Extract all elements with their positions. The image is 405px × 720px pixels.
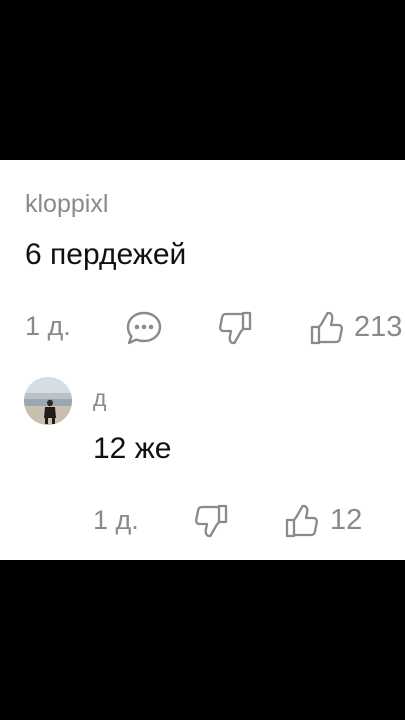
reply-timestamp: 1 д.	[93, 505, 139, 535]
reply-like-button[interactable]	[284, 503, 320, 539]
reply-dislike-button[interactable]	[193, 503, 229, 539]
comment-text: 6 пердежей	[25, 238, 187, 271]
reply-avatar[interactable]	[24, 377, 72, 425]
reply-text: 12 же	[93, 432, 172, 465]
comments-card: kloppixl 6 пердежей 1 д. 213 д 12 же 1 д…	[0, 160, 405, 560]
thumbs-up-icon	[285, 504, 318, 538]
like-button[interactable]	[309, 310, 345, 346]
reply-username[interactable]: д	[93, 385, 106, 412]
comment-timestamp: 1 д.	[25, 311, 71, 341]
thumbs-down-icon	[219, 311, 252, 345]
comment-username[interactable]: kloppixl	[25, 190, 108, 219]
like-count: 213	[354, 311, 403, 343]
reply-button[interactable]	[125, 310, 163, 346]
dislike-button[interactable]	[217, 310, 253, 346]
comment-bubble-icon	[126, 311, 162, 345]
thumbs-down-icon	[195, 504, 228, 538]
thumbs-up-icon	[310, 311, 343, 345]
avatar-photo	[24, 377, 72, 425]
reply-like-count: 12	[330, 504, 363, 536]
